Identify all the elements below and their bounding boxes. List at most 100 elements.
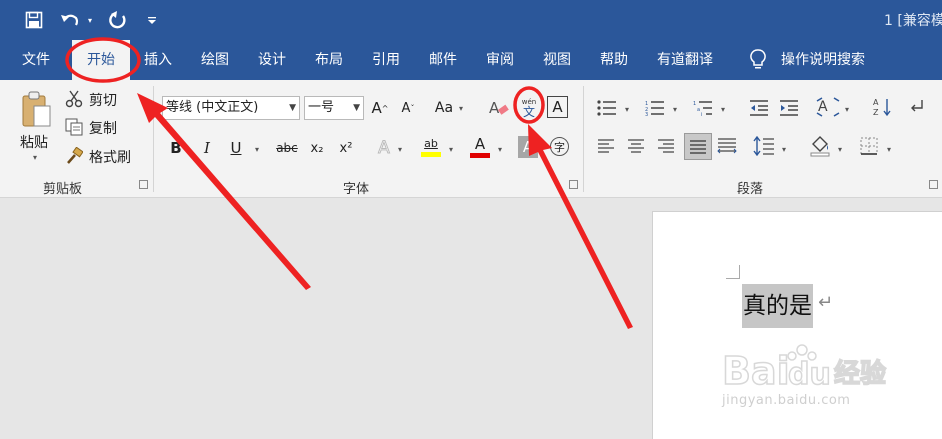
text-effects-button[interactable]: A	[373, 136, 395, 160]
text-effects-dropdown-icon[interactable]: ▾	[398, 145, 402, 154]
clipboard-dialog-launcher[interactable]	[139, 180, 148, 189]
underline-dropdown-icon[interactable]: ▾	[255, 145, 259, 154]
paragraph-dialog-launcher[interactable]	[929, 180, 938, 189]
undo-dropdown-icon[interactable]: ▾	[84, 8, 96, 32]
save-icon[interactable]	[22, 8, 46, 32]
ribbon-home-panel: 粘贴 ▾ 剪切 复制 格式刷 剪贴板 等线 (中文正文) ▼ 一号 ▼ A ^ A…	[0, 80, 942, 198]
align-right-icon[interactable]	[656, 136, 676, 156]
increase-indent-icon[interactable]	[778, 98, 800, 118]
tab-help[interactable]: 帮助	[600, 40, 628, 80]
enclose-characters-button[interactable]: 字	[550, 137, 569, 156]
page-corner-mark	[726, 265, 740, 279]
justify-icon[interactable]	[684, 133, 712, 160]
paste-icon[interactable]	[18, 88, 54, 132]
svg-text:经验: 经验	[834, 358, 886, 389]
chinese-layout-dropdown-icon[interactable]: ▾	[845, 105, 849, 114]
align-left-icon[interactable]	[596, 136, 616, 156]
character-shading-button[interactable]: A	[518, 136, 538, 158]
font-color-dropdown-icon[interactable]: ▾	[498, 145, 502, 154]
group-separator	[583, 86, 584, 192]
customize-quick-access-icon[interactable]	[144, 8, 160, 32]
multilevel-list-icon[interactable]: 1ai	[692, 98, 714, 118]
decrease-indent-icon[interactable]	[748, 98, 770, 118]
format-painter-icon[interactable]	[64, 146, 84, 166]
svg-text:i: i	[701, 112, 702, 116]
phonetic-bottom: 文	[522, 104, 535, 119]
svg-text:a: a	[697, 107, 700, 113]
tab-mailings[interactable]: 邮件	[429, 40, 457, 80]
shrink-font-icon[interactable]: Aˇ	[398, 96, 418, 120]
highlight-dropdown-icon[interactable]: ▾	[449, 145, 453, 154]
watermark-url: jingyan.baidu.com	[722, 393, 851, 408]
line-spacing-dropdown-icon[interactable]: ▾	[782, 145, 786, 154]
redo-icon[interactable]	[106, 8, 130, 32]
font-name-value: 等线 (中文正文)	[166, 100, 259, 115]
font-color-swatch	[470, 152, 490, 158]
font-color-label: A	[474, 134, 486, 153]
tab-youdao-translate[interactable]: 有道翻译	[657, 40, 713, 80]
shading-icon[interactable]	[808, 134, 832, 158]
font-name-select[interactable]: 等线 (中文正文) ▼	[162, 96, 300, 120]
window-title: 1 [兼容模	[884, 13, 942, 29]
tab-design[interactable]: 设计	[258, 40, 286, 80]
tab-review[interactable]: 审阅	[486, 40, 514, 80]
align-center-icon[interactable]	[626, 136, 646, 156]
tab-draw[interactable]: 绘图	[201, 40, 229, 80]
copy-label[interactable]: 复制	[89, 118, 117, 138]
underline-button[interactable]: U	[226, 136, 246, 160]
paste-dropdown-icon[interactable]: ▾	[33, 153, 37, 162]
highlight-color-button[interactable]: ab	[418, 134, 444, 160]
selected-document-text[interactable]: 真的是	[742, 284, 813, 328]
bullets-icon[interactable]	[596, 98, 618, 118]
bold-button[interactable]: B	[166, 136, 186, 160]
character-border-button[interactable]: A	[547, 96, 568, 118]
borders-dropdown-icon[interactable]: ▾	[887, 145, 891, 154]
strikethrough-button[interactable]: abc	[273, 136, 301, 160]
superscript-button[interactable]: x²	[335, 136, 357, 160]
copy-icon[interactable]	[64, 117, 84, 137]
paste-label[interactable]: 粘贴	[20, 132, 48, 152]
cut-label[interactable]: 剪切	[89, 90, 117, 110]
svg-text:du: du	[788, 357, 831, 392]
show-paragraph-marks-icon[interactable]	[906, 96, 928, 118]
paragraph-group-label: 段落	[737, 182, 764, 197]
tab-references[interactable]: 引用	[372, 40, 400, 80]
lightbulb-icon	[748, 48, 768, 72]
grow-font-icon[interactable]: A ^	[370, 96, 390, 120]
font-size-select[interactable]: 一号 ▼	[304, 96, 364, 120]
phonetic-guide-button[interactable]: wén 文	[517, 94, 541, 122]
tab-insert[interactable]: 插入	[144, 40, 172, 80]
distributed-icon[interactable]	[716, 136, 738, 156]
tab-view[interactable]: 视图	[543, 40, 571, 80]
undo-icon[interactable]	[58, 8, 82, 32]
format-painter-label[interactable]: 格式刷	[89, 147, 131, 167]
italic-button[interactable]: I	[197, 136, 217, 160]
svg-text:A: A	[489, 99, 500, 117]
chinese-layout-icon[interactable]: A	[815, 96, 841, 118]
numbering-icon[interactable]: 123	[644, 98, 666, 118]
numbering-dropdown-icon[interactable]: ▾	[673, 105, 677, 114]
svg-text:A: A	[873, 98, 879, 107]
tell-me-search[interactable]: 操作说明搜索	[781, 40, 865, 80]
change-case-button[interactable]: Aa	[432, 96, 456, 120]
font-dialog-launcher[interactable]	[569, 180, 578, 189]
tab-file[interactable]: 文件	[22, 40, 50, 80]
cut-icon[interactable]	[64, 89, 84, 109]
borders-icon[interactable]	[858, 135, 880, 157]
change-case-dropdown-icon[interactable]: ▾	[459, 104, 463, 113]
line-spacing-icon[interactable]	[752, 135, 776, 157]
multilevel-dropdown-icon[interactable]: ▾	[721, 105, 725, 114]
tab-layout[interactable]: 布局	[315, 40, 343, 80]
font-color-button[interactable]: A	[467, 134, 493, 160]
shading-dropdown-icon[interactable]: ▾	[838, 145, 842, 154]
svg-text:3: 3	[645, 112, 648, 116]
clear-formatting-icon[interactable]: A	[487, 96, 511, 120]
svg-text:1: 1	[693, 101, 696, 107]
sort-icon[interactable]: AZ	[872, 96, 894, 118]
subscript-button[interactable]: x₂	[306, 136, 328, 160]
tab-home[interactable]: 开始	[72, 40, 130, 80]
bullets-dropdown-icon[interactable]: ▾	[625, 105, 629, 114]
paragraph-mark: ↵	[818, 292, 834, 313]
highlight-label: ab	[424, 136, 438, 150]
font-group-label: 字体	[343, 182, 370, 197]
